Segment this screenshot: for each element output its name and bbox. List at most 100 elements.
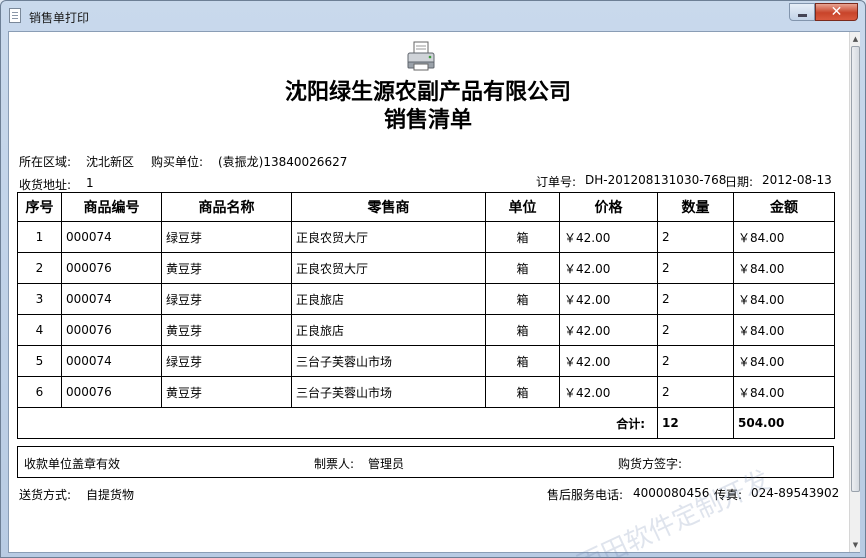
- cell-qty: 2: [657, 221, 734, 253]
- service-phone-label: 售后服务电话:: [547, 488, 624, 502]
- table-header-row: 序号 商品编号 商品名称 零售商 单位 价格 数量 金额: [17, 192, 835, 222]
- close-icon: ✕: [830, 4, 843, 20]
- print-window: 销售单打印 ✕ 沈阳绿生源农副产品有限公司 销售清单 所在区域: 沈北新区 购买…: [0, 0, 866, 558]
- column-header: 零售商: [291, 192, 486, 222]
- cell-retailer: 正良农贸大厅: [291, 252, 486, 284]
- issuer-value: 管理员: [368, 457, 405, 471]
- cell-product: 黄豆芽: [161, 314, 292, 346]
- cell-unit: 箱: [485, 314, 560, 346]
- delivery-label: 送货方式:: [19, 488, 72, 502]
- area-label: 所在区域:: [19, 155, 72, 169]
- cell-unit: 箱: [485, 221, 560, 253]
- table-row: 5 000074 绿豆芽 三台子芙蓉山市场 箱 ￥42.00 2 ￥84.00: [17, 345, 835, 377]
- cell-retailer: 三台子芙蓉山市场: [291, 376, 486, 408]
- cell-price: ￥42.00: [559, 283, 658, 315]
- total-quantity: 12: [657, 407, 734, 439]
- column-header: 价格: [559, 192, 658, 222]
- cell-price: ￥42.00: [559, 345, 658, 377]
- column-header: 商品名称: [161, 192, 292, 222]
- print-preview: 沈阳绿生源农副产品有限公司 销售清单 所在区域: 沈北新区 购买单位: (袁振龙…: [8, 31, 860, 558]
- window-title: 销售单打印: [29, 11, 90, 25]
- scroll-up-icon[interactable]: ▲: [851, 33, 860, 45]
- vertical-scrollbar[interactable]: ▲ ▼: [849, 32, 860, 552]
- cell-retailer: 正良旅店: [291, 314, 486, 346]
- cell-amount: ￥84.00: [733, 376, 835, 408]
- cell-amount: ￥84.00: [733, 345, 835, 377]
- column-header: 序号: [17, 192, 62, 222]
- column-header: 数量: [657, 192, 734, 222]
- cell-product: 绿豆芽: [161, 283, 292, 315]
- cell-retailer: 正良旅店: [291, 283, 486, 315]
- printer-icon[interactable]: [405, 40, 437, 72]
- document-icon: [9, 8, 21, 23]
- cell-index: 2: [17, 252, 62, 284]
- cell-unit: 箱: [485, 283, 560, 315]
- cell-code: 000076: [61, 314, 162, 346]
- signature-box: 收款单位盖章有效 制票人: 管理员 购货方签字:: [17, 446, 834, 478]
- table-row: 1 000074 绿豆芽 正良农贸大厅 箱 ￥42.00 2 ￥84.00: [17, 221, 835, 253]
- cell-price: ￥42.00: [559, 221, 658, 253]
- cell-retailer: 正良农贸大厅: [291, 221, 486, 253]
- cell-code: 000076: [61, 252, 162, 284]
- sales-table: 序号 商品编号 商品名称 零售商 单位 价格 数量 金额 1 000074 绿豆…: [17, 192, 835, 439]
- cell-qty: 2: [657, 345, 734, 377]
- order-number: DH-201208131030-768: [585, 173, 727, 187]
- buyer-signature-label: 购货方签字:: [618, 457, 683, 471]
- cell-unit: 箱: [485, 376, 560, 408]
- cell-qty: 2: [657, 252, 734, 284]
- column-header: 单位: [485, 192, 560, 222]
- address-label: 收货地址:: [19, 178, 72, 192]
- table-row: 6 000076 黄豆芽 三台子芙蓉山市场 箱 ￥42.00 2 ￥84.00: [17, 376, 835, 408]
- cell-index: 5: [17, 345, 62, 377]
- order-label: 订单号:: [536, 175, 577, 189]
- date-value: 2012-08-13: [762, 173, 832, 187]
- cell-qty: 2: [657, 376, 734, 408]
- date-label: 日期:: [725, 175, 754, 189]
- column-header: 金额: [733, 192, 835, 222]
- cell-code: 000074: [61, 345, 162, 377]
- area-value: 沈北新区: [86, 155, 135, 169]
- delivery-value: 自提货物: [86, 488, 135, 502]
- cell-amount: ￥84.00: [733, 314, 835, 346]
- scroll-down-icon[interactable]: ▼: [851, 539, 860, 551]
- cell-code: 000074: [61, 221, 162, 253]
- total-label: 合计:: [17, 407, 658, 439]
- address-value: 1: [86, 176, 94, 190]
- cell-qty: 2: [657, 314, 734, 346]
- cell-product: 绿豆芽: [161, 345, 292, 377]
- cell-retailer: 三台子芙蓉山市场: [291, 345, 486, 377]
- table-row: 4 000076 黄豆芽 正良旅店 箱 ￥42.00 2 ￥84.00: [17, 314, 835, 346]
- buyer-label: 购买单位:: [151, 155, 204, 169]
- total-amount: 504.00: [733, 407, 835, 439]
- cell-unit: 箱: [485, 252, 560, 284]
- document-title: 销售清单: [383, 107, 472, 133]
- cell-unit: 箱: [485, 345, 560, 377]
- cell-amount: ￥84.00: [733, 283, 835, 315]
- cell-product: 黄豆芽: [161, 376, 292, 408]
- scroll-thumb[interactable]: [851, 46, 860, 492]
- cell-qty: 2: [657, 283, 734, 315]
- cell-amount: ￥84.00: [733, 221, 835, 253]
- column-header: 商品编号: [61, 192, 162, 222]
- minimize-button[interactable]: [789, 3, 815, 21]
- title-bar[interactable]: 销售单打印 ✕: [1, 1, 865, 31]
- cell-index: 1: [17, 221, 62, 253]
- cell-product: 黄豆芽: [161, 252, 292, 284]
- issuer-label: 制票人:: [314, 457, 355, 471]
- cell-product: 绿豆芽: [161, 221, 292, 253]
- cell-index: 6: [17, 376, 62, 408]
- cell-price: ￥42.00: [559, 314, 658, 346]
- cell-index: 4: [17, 314, 62, 346]
- stamp-note: 收款单位盖章有效: [24, 457, 121, 471]
- cell-index: 3: [17, 283, 62, 315]
- cell-amount: ￥84.00: [733, 252, 835, 284]
- total-row: 合计: 12 504.00: [17, 407, 835, 439]
- cell-code: 000076: [61, 376, 162, 408]
- buyer-value: (袁振龙)13840026627: [218, 155, 348, 169]
- close-button[interactable]: ✕: [815, 3, 858, 21]
- table-row: 3 000074 绿豆芽 正良旅店 箱 ￥42.00 2 ￥84.00: [17, 283, 835, 315]
- cell-price: ￥42.00: [559, 252, 658, 284]
- table-row: 2 000076 黄豆芽 正良农贸大厅 箱 ￥42.00 2 ￥84.00: [17, 252, 835, 284]
- cell-price: ￥42.00: [559, 376, 658, 408]
- cell-code: 000074: [61, 283, 162, 315]
